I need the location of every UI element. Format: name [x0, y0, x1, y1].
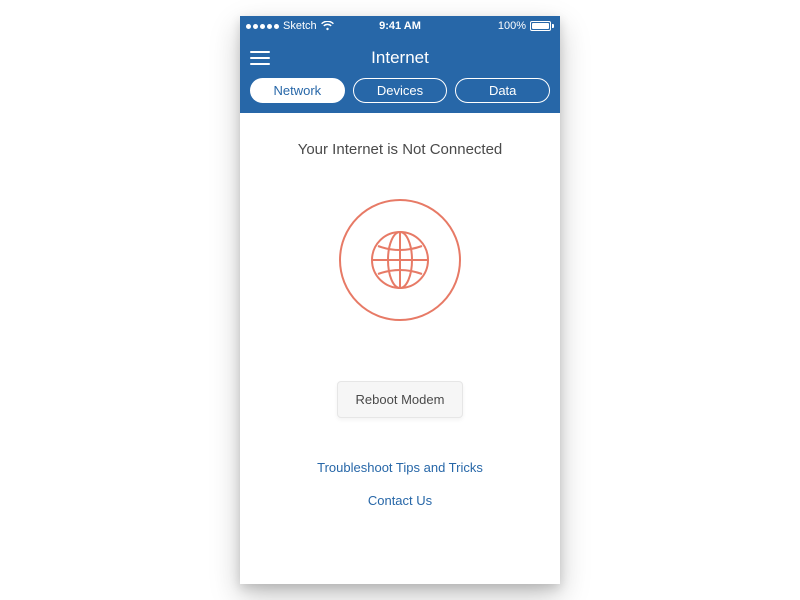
- troubleshoot-link[interactable]: Troubleshoot Tips and Tricks: [317, 460, 483, 475]
- status-right: 100%: [400, 20, 554, 32]
- tab-devices[interactable]: Devices: [353, 78, 448, 103]
- status-left: Sketch: [246, 20, 400, 32]
- phone-frame: Sketch 9:41 AM 100% Internet Network: [240, 16, 560, 584]
- ios-status-bar: Sketch 9:41 AM 100%: [240, 16, 560, 36]
- globe-icon: [336, 196, 464, 329]
- segmented-control: Network Devices Data: [250, 78, 550, 103]
- wifi-icon: [321, 21, 334, 31]
- signal-strength-icon: [246, 24, 279, 29]
- menu-icon[interactable]: [250, 51, 270, 65]
- tab-network[interactable]: Network: [250, 78, 345, 103]
- carrier-label: Sketch: [283, 20, 317, 32]
- status-time: 9:41 AM: [379, 20, 421, 32]
- tab-data[interactable]: Data: [455, 78, 550, 103]
- battery-icon: [530, 21, 554, 31]
- help-links: Troubleshoot Tips and Tricks Contact Us: [317, 460, 483, 508]
- reboot-modem-button[interactable]: Reboot Modem: [337, 381, 464, 418]
- page-title: Internet: [371, 48, 429, 68]
- contact-us-link[interactable]: Contact Us: [368, 493, 432, 508]
- battery-percentage: 100%: [498, 20, 526, 32]
- nav-bar: Internet Network Devices Data: [240, 36, 560, 113]
- connection-status-heading: Your Internet is Not Connected: [298, 141, 503, 158]
- main-content: Your Internet is Not Connected Reboot Mo…: [240, 113, 560, 584]
